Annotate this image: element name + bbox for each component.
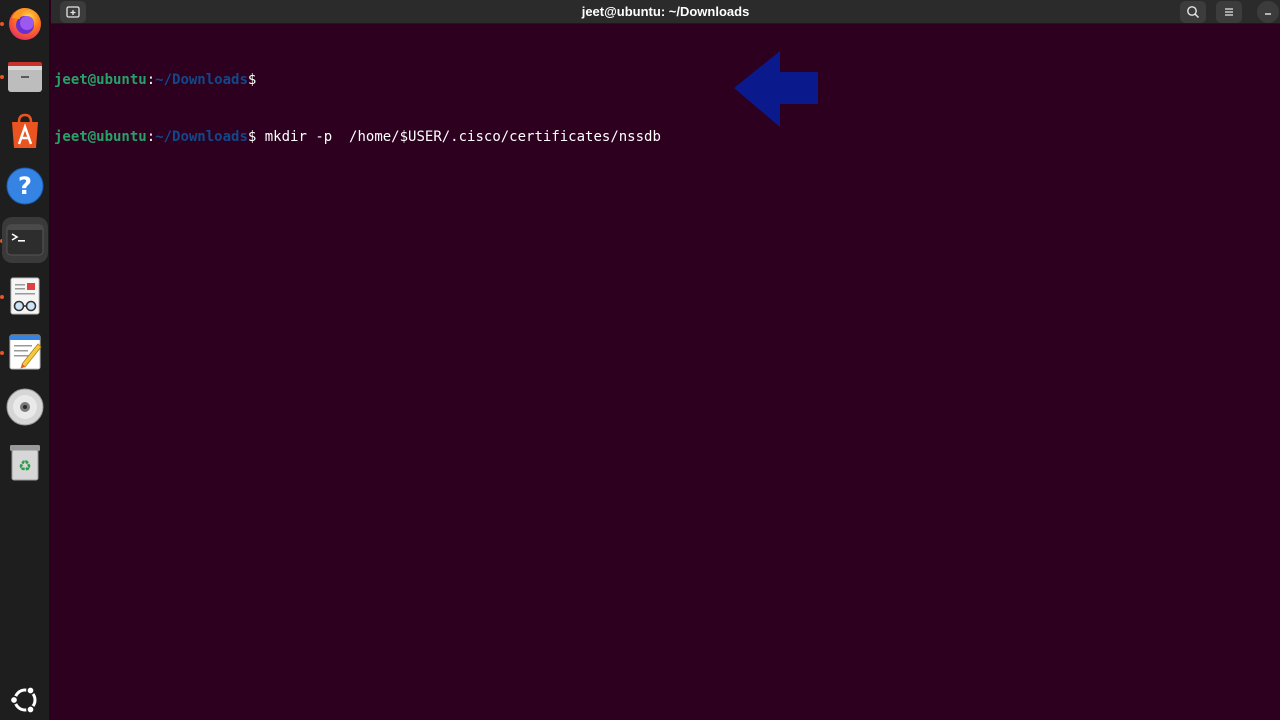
dock: ? ♻	[0, 0, 50, 720]
minimize-button[interactable]	[1257, 1, 1279, 23]
prompt-separator: :	[146, 129, 156, 145]
dock-item-app-center[interactable]	[2, 108, 48, 154]
dock-item-trash[interactable]: ♻	[2, 439, 48, 485]
dock-item-terminal[interactable]	[2, 217, 48, 263]
menu-button[interactable]	[1216, 1, 1242, 23]
search-icon	[1187, 6, 1200, 19]
new-tab-button[interactable]	[60, 1, 86, 23]
dock-item-document-viewer[interactable]	[2, 273, 48, 319]
svg-text:?: ?	[18, 172, 32, 200]
prompt-separator: :	[146, 72, 156, 88]
left-arrow-icon	[734, 51, 818, 127]
svg-text:♻: ♻	[18, 457, 31, 475]
disc-icon	[6, 388, 44, 426]
dock-item-files[interactable]	[2, 53, 48, 99]
dock-item-help[interactable]: ?	[2, 163, 48, 209]
dock-item-disc[interactable]	[2, 384, 48, 430]
app-center-icon	[12, 113, 38, 148]
terminal-view[interactable]: jeet@ubuntu:~/Downloads$ jeet@ubuntu:~/D…	[51, 24, 1280, 720]
prompt-user: jeet@ubuntu	[54, 129, 147, 145]
files-icon	[8, 62, 42, 92]
show-apps-button[interactable]	[5, 683, 45, 717]
trash-icon: ♻	[10, 445, 40, 481]
terminal-output: jeet@ubuntu:~/Downloads$ jeet@ubuntu:~/D…	[54, 33, 661, 185]
prompt-path: ~/Downloads	[155, 129, 248, 145]
ubuntu-logo-icon	[9, 686, 37, 714]
new-tab-icon	[66, 6, 80, 18]
document-viewer-icon	[10, 277, 40, 315]
terminal-icon	[6, 224, 44, 256]
firefox-icon	[9, 8, 41, 40]
help-icon: ?	[6, 167, 44, 205]
terminal-headerbar: jeet@ubuntu: ~/Downloads	[51, 0, 1280, 24]
terminal-line: jeet@ubuntu:~/Downloads$	[54, 71, 661, 90]
window-title: jeet@ubuntu: ~/Downloads	[581, 4, 750, 19]
prompt-path: ~/Downloads	[155, 72, 248, 88]
command-text: mkdir -p /home/$USER/.cisco/certificates…	[256, 129, 661, 145]
hamburger-menu-icon	[1225, 8, 1233, 16]
dock-item-firefox[interactable]	[2, 0, 48, 46]
minimize-icon	[1265, 13, 1271, 15]
prompt-symbol: $	[247, 72, 257, 88]
search-button[interactable]	[1180, 1, 1206, 23]
text-editor-icon	[9, 334, 42, 370]
prompt-user: jeet@ubuntu	[54, 72, 147, 88]
dock-item-text-editor[interactable]	[2, 329, 48, 375]
terminal-line: jeet@ubuntu:~/Downloads$ mkdir -p /home/…	[54, 128, 661, 147]
